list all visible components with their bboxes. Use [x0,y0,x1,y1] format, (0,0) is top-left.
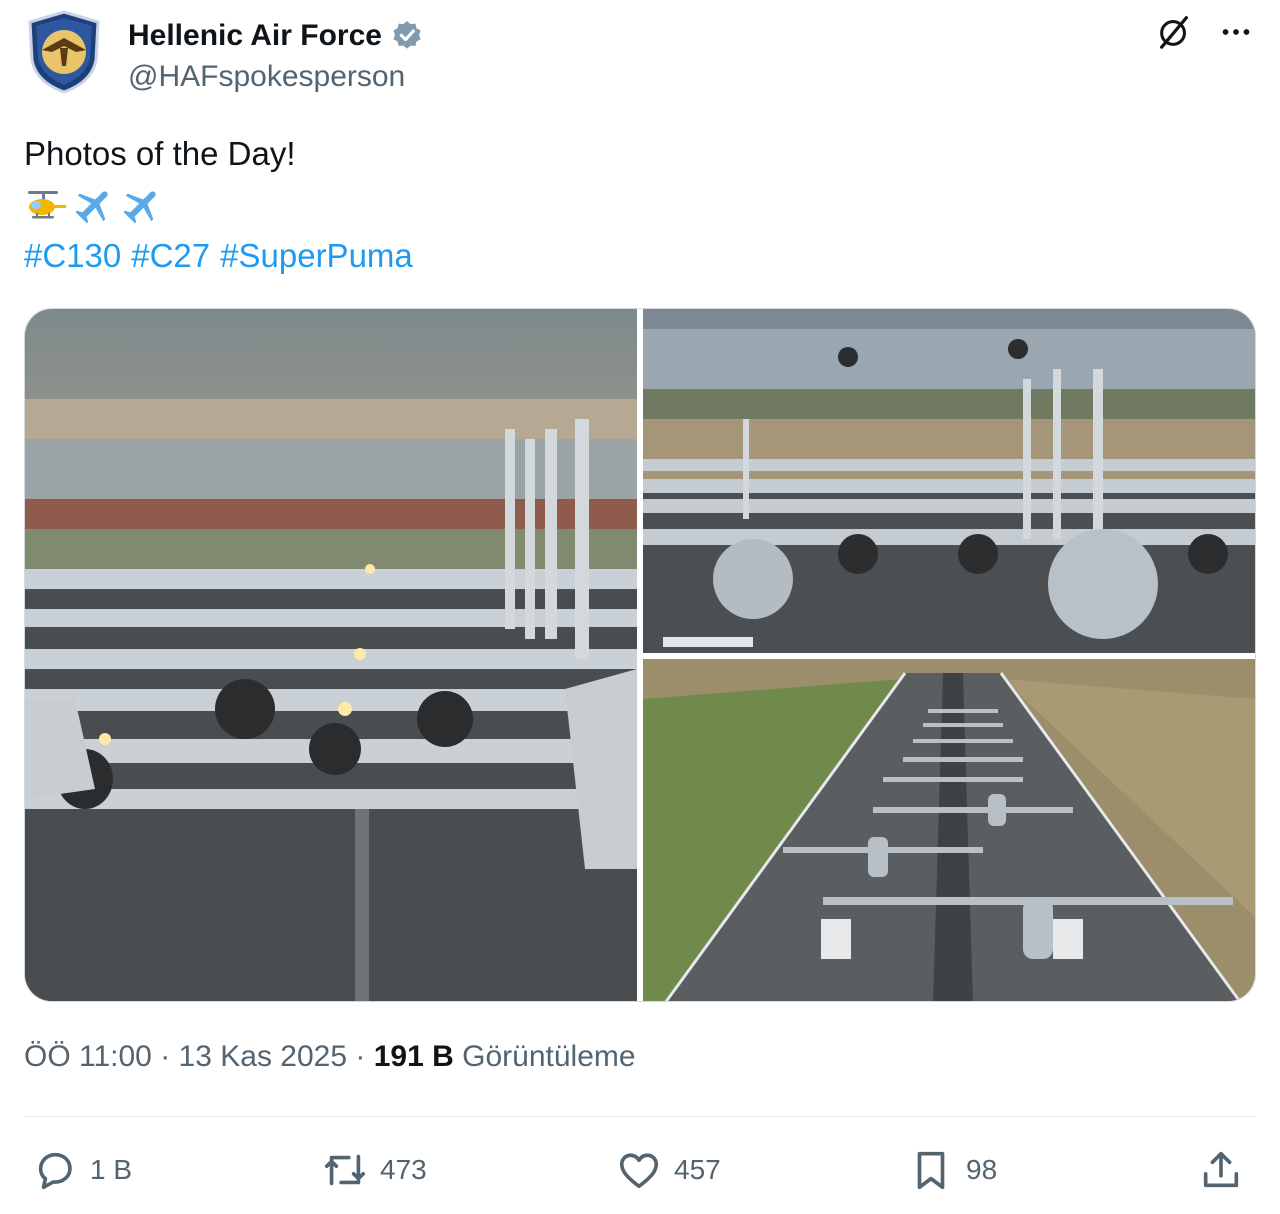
tweet-date[interactable]: 13 Kas 2025 [179,1040,347,1073]
reply-count: 1 B [90,1154,133,1185]
more-icon[interactable] [1216,12,1256,52]
retweet-icon [324,1154,366,1186]
tweet-text: Photos of the Day! [24,135,296,172]
airplane-icon [123,191,156,224]
views-label: Görüntüleme [462,1040,636,1073]
airplane-icon [75,191,108,224]
hashtag-link[interactable]: #SuperPuma [220,237,413,274]
tweet-body: Photos of the Day! #C130 #C27 #SuperPuma [24,128,423,282]
share-icon [1203,1151,1239,1188]
like-count: 457 [674,1154,721,1185]
reply-icon [38,1152,72,1190]
retweet-count: 473 [380,1154,427,1185]
reply-button[interactable]: 1 B [32,1140,132,1200]
photo-formation-aerial[interactable] [643,659,1255,1001]
tweet-header: Hellenic Air Force @HAFspokesperson [24,8,1256,98]
meta-separator: · [160,1040,171,1073]
bookmark-count: 98 [966,1154,998,1185]
hashtag-link[interactable]: #C27 [131,237,210,274]
media-grid [24,308,1256,1002]
photo-runway-closeup[interactable] [25,309,637,1001]
retweet-button[interactable]: 473 [322,1140,427,1200]
helicopter-icon [28,191,66,219]
display-name[interactable]: Hellenic Air Force [128,19,382,53]
views-count: 191 B [373,1040,454,1073]
hashtag-link[interactable]: #C130 [24,237,121,274]
grok-icon[interactable] [1154,12,1194,52]
like-button[interactable]: 457 [616,1140,721,1200]
account-handle[interactable]: @HAFspokesperson [128,60,424,94]
tweet-meta: ÖÖ 11:00 · 13 Kas 2025 · 191 B Görüntüle… [24,1040,636,1074]
meta-separator: · [355,1040,366,1073]
share-button[interactable] [1198,1140,1244,1200]
avatar[interactable] [24,8,104,96]
emoji-row [24,180,423,230]
action-bar: 1 B 473 457 98 [24,1140,1256,1200]
tweet-time[interactable]: ÖÖ 11:00 [24,1040,152,1073]
like-icon [619,1153,659,1189]
hashtags: #C130 #C27 #SuperPuma [24,230,423,282]
photo-formation-front[interactable] [643,309,1255,653]
bookmark-button[interactable]: 98 [908,1140,997,1200]
bookmark-icon [917,1151,945,1190]
verified-badge-icon [390,19,424,53]
divider [24,1116,1256,1117]
